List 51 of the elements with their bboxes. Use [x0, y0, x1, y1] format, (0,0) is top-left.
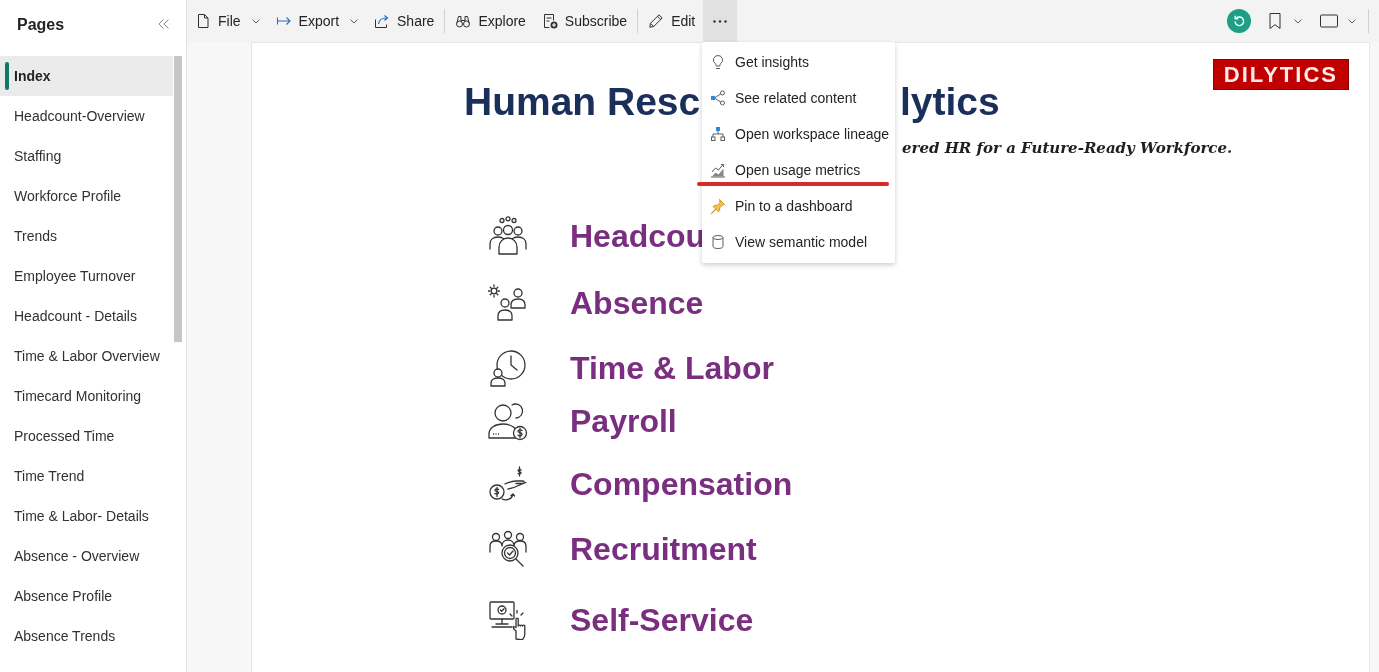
toolbar-button[interactable]: Share — [366, 0, 443, 42]
menu-item[interactable]: See related content — [702, 80, 895, 116]
chevron-down-icon — [251, 18, 260, 24]
toolbar-button[interactable]: Edit — [640, 0, 704, 42]
toolbar-button[interactable]: Export — [267, 0, 367, 42]
toolbar-button[interactable]: File — [187, 0, 268, 42]
more-icon — [713, 19, 728, 23]
bookmark-button[interactable] — [1269, 13, 1302, 29]
pin-icon — [710, 198, 726, 214]
selection-indicator — [5, 62, 9, 90]
document-plus-icon — [541, 13, 558, 29]
chevron-down-icon — [1348, 18, 1356, 24]
chevron-down-icon — [350, 18, 359, 24]
area-chart-icon — [710, 162, 726, 178]
cylinder-icon — [710, 234, 726, 250]
clock-person-icon — [488, 348, 528, 388]
module-link[interactable]: Time & Labor — [570, 348, 774, 388]
people-sun-icon — [488, 283, 528, 323]
people-magnifier-icon — [488, 529, 528, 569]
connected-nodes-icon — [710, 90, 726, 106]
person-coin-icon — [488, 401, 528, 441]
module-link[interactable]: Self-Service — [570, 600, 754, 640]
binoculars-icon — [455, 13, 472, 29]
share-icon — [374, 13, 391, 29]
monitor-hand-icon — [488, 600, 528, 640]
bookmark-icon — [1269, 13, 1281, 29]
toolbar-button[interactable]: Subscribe — [533, 0, 636, 42]
page-tab[interactable]: Index — [0, 56, 173, 96]
lightbulb-icon — [710, 54, 726, 70]
scrollbar-thumb[interactable] — [174, 56, 182, 342]
report-subtitle: ered HR for a Future-Ready Workforce. — [902, 139, 1233, 157]
chevron-down-icon — [1294, 18, 1302, 24]
module-link[interactable]: Recruitment — [570, 529, 757, 569]
report-title: Human Resc — [464, 80, 701, 123]
document-icon — [195, 13, 211, 29]
menu-item[interactable]: Open usage metrics — [702, 152, 895, 188]
sidebar-title: Pages — [17, 15, 65, 35]
hierarchy-icon — [710, 126, 726, 142]
module-link[interactable]: Compensation — [570, 464, 793, 504]
module-link[interactable]: Absence — [570, 283, 704, 323]
toolbar-button[interactable]: Explore — [447, 0, 534, 42]
pencil-icon — [648, 13, 665, 29]
window-icon — [1320, 14, 1338, 28]
people-group-icon — [488, 216, 528, 256]
menu-item[interactable]: Get insights — [702, 44, 895, 80]
module-link[interactable]: Payroll — [570, 401, 677, 441]
menu-item[interactable]: Open workspace lineage — [702, 116, 895, 152]
collapse-icon[interactable] — [158, 19, 169, 29]
report-title: lytics — [900, 79, 1000, 125]
view-button[interactable] — [1320, 14, 1356, 28]
logo: DILYTICS — [1212, 59, 1349, 90]
